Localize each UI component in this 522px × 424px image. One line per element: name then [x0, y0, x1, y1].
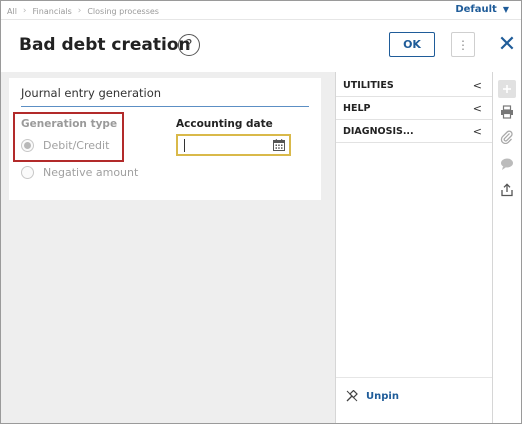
printer-icon[interactable] [499, 104, 515, 120]
radio-negative-amount[interactable]: Negative amount [21, 166, 138, 179]
more-vertical-icon: ⋮ [457, 37, 469, 52]
share-icon[interactable] [499, 182, 515, 198]
paperclip-icon[interactable] [499, 129, 515, 145]
side-panel: UTILITIES < HELP < DIAGNOSIS... < Unpin [335, 72, 492, 423]
unpin-divider [336, 377, 492, 378]
ok-button[interactable]: OK [389, 32, 435, 57]
side-item-label: DIAGNOSIS... [343, 125, 414, 137]
chevron-right-icon: › [77, 6, 82, 16]
chevron-left-icon: < [472, 124, 482, 138]
section-divider [21, 106, 309, 107]
radio-debit-credit[interactable]: Debit/Credit [21, 139, 109, 152]
journal-entry-section: Journal entry generation Generation type… [9, 78, 321, 200]
radio-negative-amount-label: Negative amount [43, 166, 139, 179]
action-rail [492, 72, 521, 423]
side-item-label: UTILITIES [343, 79, 394, 91]
side-item-label: HELP [343, 102, 371, 114]
breadcrumb-bar: All › Financials › Closing processes Def… [1, 1, 521, 20]
chevron-left-icon: < [472, 101, 482, 115]
section-title: Journal entry generation [21, 86, 162, 100]
more-options-button[interactable]: ⋮ [451, 32, 475, 57]
unpin-button[interactable]: Unpin [346, 390, 399, 402]
chevron-left-icon: < [472, 78, 482, 92]
accounting-date-label: Accounting date [176, 118, 273, 130]
generation-type-label: Generation type [21, 118, 118, 130]
accounting-date-input[interactable] [176, 134, 291, 156]
default-selector-label: Default [455, 4, 497, 15]
default-selector[interactable]: Default ▼ [455, 4, 509, 15]
chevron-right-icon: › [22, 6, 27, 16]
page-header: Bad debt creation ? OK ⋮ ✕ [1, 20, 521, 72]
calendar-icon[interactable] [273, 139, 285, 151]
unpin-icon [346, 390, 358, 402]
main-content: Journal entry generation Generation type… [1, 72, 335, 423]
unpin-label: Unpin [366, 390, 399, 402]
comment-icon[interactable] [499, 156, 515, 172]
page-title: Bad debt creation [19, 35, 191, 55]
breadcrumb-item-all[interactable]: All [7, 7, 17, 16]
breadcrumb: All › Financials › Closing processes [7, 4, 159, 18]
radio-button[interactable] [21, 166, 34, 179]
close-icon: ✕ [497, 32, 517, 57]
radio-button-selected[interactable] [21, 139, 34, 152]
breadcrumb-item-closing-processes[interactable]: Closing processes [87, 7, 159, 16]
plus-icon[interactable] [498, 80, 516, 98]
text-cursor [184, 139, 185, 152]
help-circle-icon[interactable]: ? [178, 34, 200, 56]
caret-down-icon: ▼ [502, 5, 509, 14]
close-button[interactable]: ✕ [496, 32, 518, 57]
side-item-help[interactable]: HELP < [336, 97, 492, 120]
help-symbol: ? [185, 37, 193, 53]
breadcrumb-item-financials[interactable]: Financials [33, 7, 72, 16]
side-item-diagnosis[interactable]: DIAGNOSIS... < [336, 120, 492, 143]
radio-debit-credit-label: Debit/Credit [43, 139, 110, 152]
side-item-utilities[interactable]: UTILITIES < [336, 74, 492, 97]
